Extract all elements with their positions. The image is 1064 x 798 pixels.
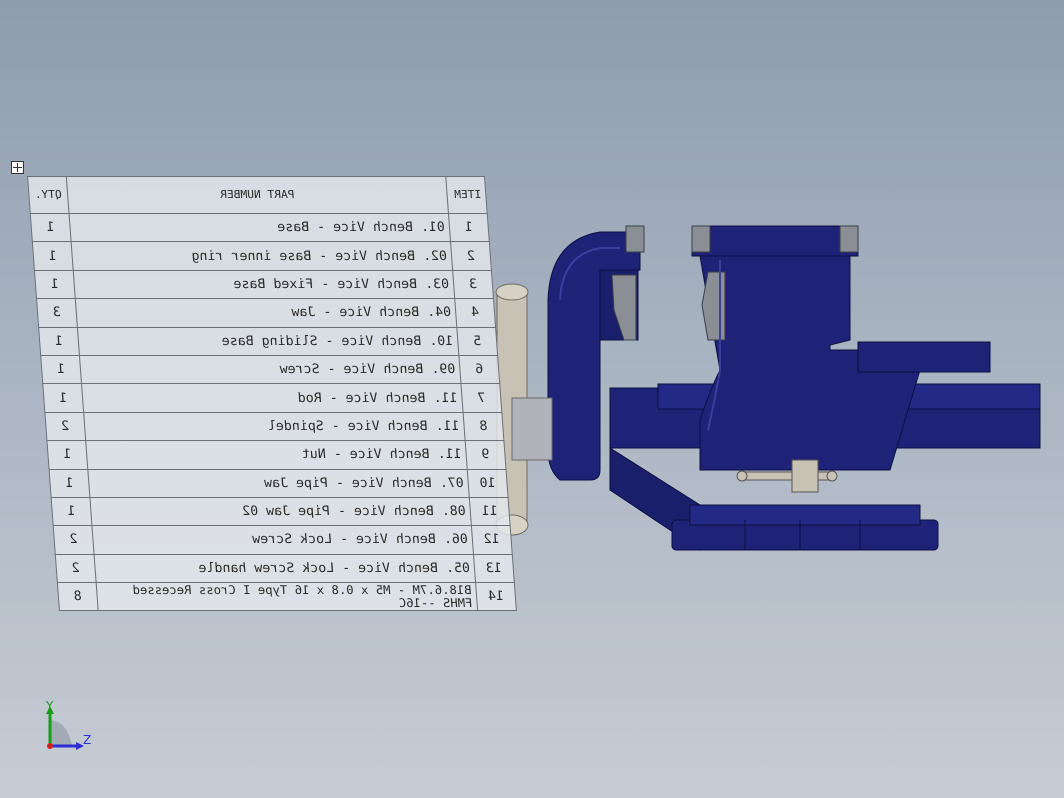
table-row: 10 07. Bench Vice - Pipe Jaw 1 <box>49 469 509 498</box>
item-no-cell: 12 <box>471 525 513 555</box>
part-number-cell: 01. Bench Vice - Base <box>69 213 451 242</box>
part-number-cell: 10. Bench Vice - Sliding Base <box>77 327 459 356</box>
item-no-cell: 14 <box>475 582 517 611</box>
bom-table[interactable]: ITEM NO. PART NUMBER QTY. 1 01. Bench Vic… <box>27 176 517 612</box>
part-number-cell: B18.6.7M - M5 x 0.8 x 16 Type I Cross Re… <box>96 582 478 611</box>
table-row: 11 08. Bench Vice - Pipe Jaw 02 1 <box>51 497 511 526</box>
item-no-cell: 11 <box>469 497 511 526</box>
table-row: 7 11. Bench Vice - Rod 1 <box>42 383 502 413</box>
part-number-cell: 07. Bench Vice - Pipe Jaw <box>87 469 470 498</box>
item-no-cell: 3 <box>452 270 494 299</box>
bom-header-row: ITEM NO. PART NUMBER QTY. <box>27 176 488 214</box>
header-qty: QTY. <box>27 176 70 214</box>
table-row: 13 05. Bench Vice - Lock Screw handle 2 <box>55 554 515 583</box>
qty-cell: 1 <box>46 440 88 470</box>
table-row: 12 06. Bench Vice - Lock Screw 2 <box>53 525 513 555</box>
qty-cell: 1 <box>32 241 74 271</box>
qty-cell: 8 <box>57 582 99 611</box>
item-no-cell: 13 <box>473 554 515 583</box>
item-no-cell: 5 <box>456 327 498 356</box>
part-number-cell: 11. Bench Vice - Spindel <box>83 412 466 441</box>
header-item-no: ITEM NO. <box>445 176 488 214</box>
qty-cell: 2 <box>44 412 86 441</box>
part-number-cell: 09. Bench Vice - Screw <box>79 355 461 384</box>
item-no-cell: 6 <box>458 355 500 384</box>
qty-cell: 1 <box>30 213 72 242</box>
table-row: 5 10. Bench Vice - Sliding Base 1 <box>38 327 498 356</box>
part-number-cell: 11. Bench Vice - Rod <box>81 383 464 413</box>
table-row: 9 11. Bench Vice - Nut 1 <box>46 440 506 470</box>
part-number-cell: 04. Bench Vice - Jaw <box>75 298 457 328</box>
item-no-cell: 7 <box>460 383 502 413</box>
qty-cell: 2 <box>55 554 97 583</box>
part-number-cell: 08. Bench Vice - Pipe Jaw 02 <box>89 497 472 526</box>
graphics-viewport[interactable]: ITEM NO. PART NUMBER QTY. 1 01. Bench Vic… <box>0 0 1064 798</box>
table-row: 8 11. Bench Vice - Spindel 2 <box>44 412 504 441</box>
table-row: 3 03. Bench Vice - Fixed Base 1 <box>34 270 494 299</box>
qty-cell: 3 <box>36 298 78 328</box>
item-no-cell: 10 <box>467 469 509 498</box>
table-row: 14 B18.6.7M - M5 x 0.8 x 16 Type I Cross … <box>57 582 517 611</box>
part-number-cell: 11. Bench Vice - Nut <box>85 440 468 470</box>
qty-cell: 1 <box>49 469 90 498</box>
table-row: 4 04. Bench Vice - Jaw 3 <box>36 298 496 328</box>
table-row: 2 02. Bench Vice - Base inner ring 1 <box>32 241 492 271</box>
qty-cell: 1 <box>40 355 82 384</box>
qty-cell: 1 <box>42 383 84 413</box>
table-move-handle[interactable] <box>11 161 24 174</box>
qty-cell: 1 <box>51 497 92 526</box>
triad-y-label: Y <box>46 699 54 713</box>
item-no-cell: 2 <box>450 241 492 271</box>
bill-of-materials: ITEM NO. PART NUMBER QTY. 1 01. Bench Vic… <box>27 176 517 612</box>
qty-cell: 1 <box>38 327 80 356</box>
item-no-cell: 4 <box>454 298 496 328</box>
item-no-cell: 1 <box>448 213 490 242</box>
qty-cell: 2 <box>53 525 95 555</box>
item-no-cell: 8 <box>463 412 504 441</box>
table-row: 1 01. Bench Vice - Base 1 <box>30 213 490 242</box>
bom-body: 1 01. Bench Vice - Base 1 2 02. Bench Vice -… <box>30 213 517 611</box>
part-number-cell: 05. Bench Vice - Lock Screw handle <box>94 554 476 583</box>
triad-z-label: Z <box>83 733 92 747</box>
part-number-cell: 03. Bench Vice - Fixed Base <box>73 270 455 299</box>
table-row: 6 09. Bench Vice - Screw 1 <box>40 355 500 384</box>
item-no-cell: 9 <box>465 440 506 470</box>
part-number-cell: 06. Bench Vice - Lock Screw <box>91 525 474 555</box>
header-part-number: PART NUMBER <box>66 176 449 214</box>
fixed-jaw <box>625 225 991 493</box>
part-number-cell: 02. Bench Vice - Base inner ring <box>71 241 453 271</box>
qty-cell: 1 <box>34 270 76 299</box>
